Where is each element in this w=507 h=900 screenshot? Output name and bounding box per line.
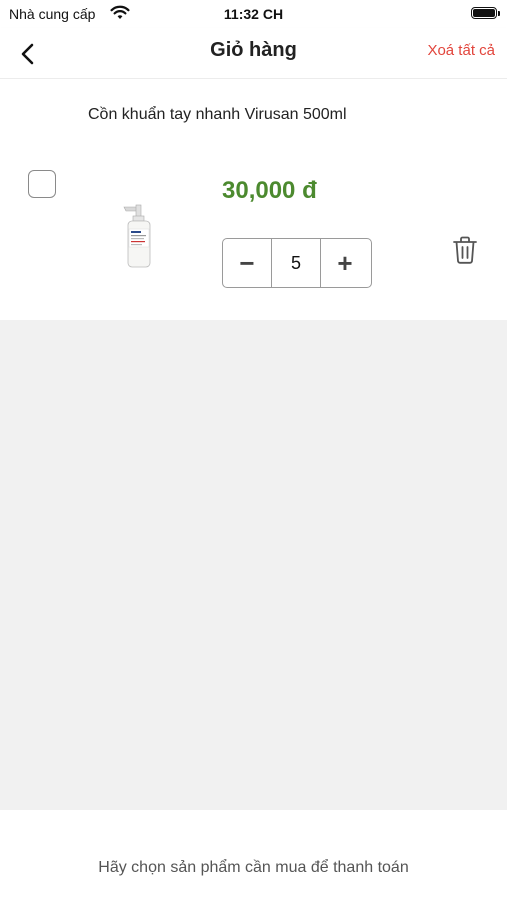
quantity-stepper: − 5 +: [222, 238, 372, 288]
header-bar: Giỏ hàng Xoá tất cả: [0, 28, 507, 79]
decrement-button[interactable]: −: [223, 239, 271, 287]
clear-all-button[interactable]: Xoá tất cả: [427, 42, 495, 59]
delete-item-button[interactable]: [452, 235, 478, 265]
product-price: 30,000 đ: [222, 177, 317, 204]
trash-icon: [453, 236, 477, 264]
select-item-checkbox[interactable]: [28, 170, 56, 198]
checkout-footer: Hãy chọn sản phẩm cần mua để thanh toán: [0, 810, 507, 900]
increment-button[interactable]: +: [321, 239, 369, 287]
battery-icon: [471, 7, 500, 19]
product-image[interactable]: [112, 199, 160, 271]
product-name: Cồn khuẩn tay nhanh Virusan 500ml: [88, 106, 347, 123]
empty-cart-area: [0, 320, 507, 810]
status-bar: Nhà cung cấp 11:32 CH: [0, 0, 507, 28]
quantity-value[interactable]: 5: [271, 239, 321, 287]
status-time: 11:32 CH: [223, 6, 284, 22]
checkout-hint: Hãy chọn sản phẩm cần mua để thanh toán: [98, 859, 409, 876]
cart-item: Cồn khuẩn tay nhanh Virusan 500ml 30,000…: [0, 79, 507, 320]
